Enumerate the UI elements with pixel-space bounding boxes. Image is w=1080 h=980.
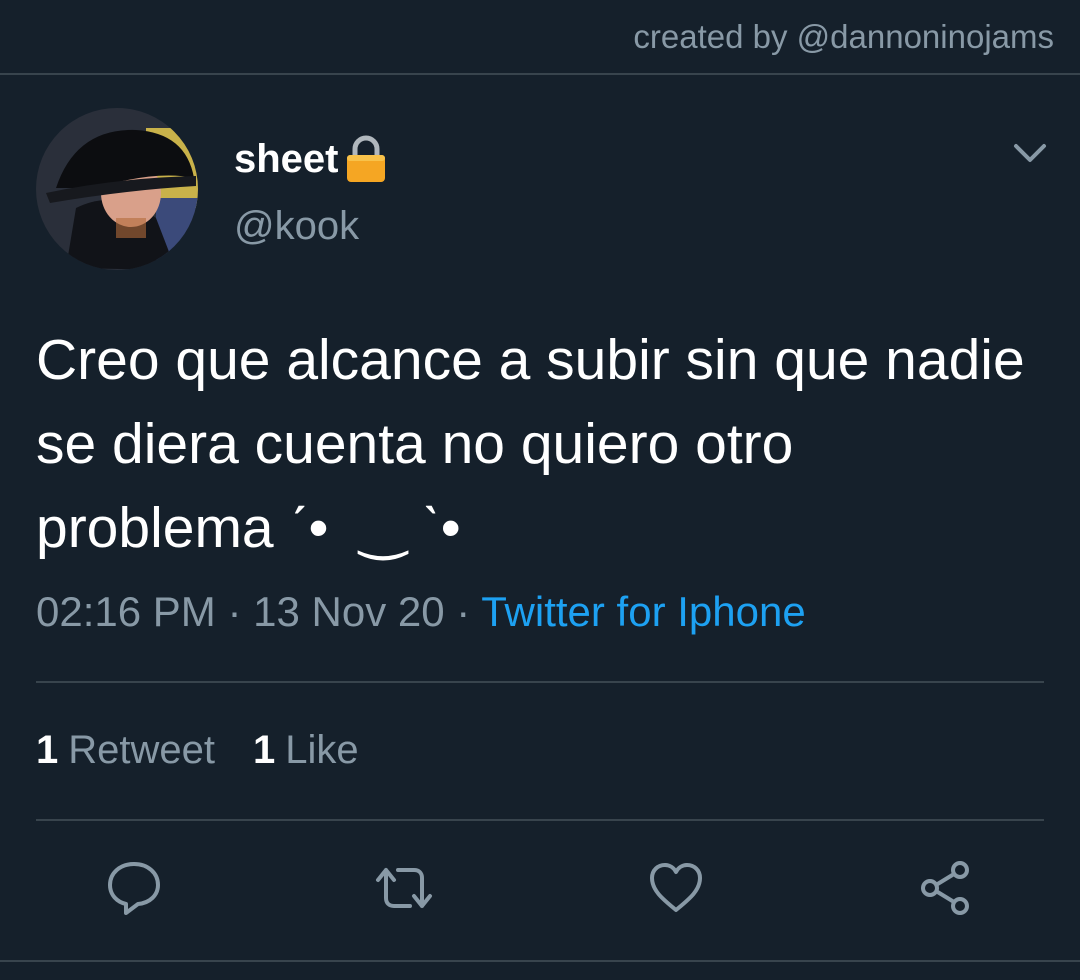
like-stat[interactable]: 1 Like <box>253 728 359 773</box>
tweet-stats: 1 Retweet 1 Like <box>36 728 359 773</box>
retweet-button[interactable] <box>374 858 434 918</box>
tweet-meta: 02:16 PM · 13 Nov 20 · Twitter for Iphon… <box>36 588 806 636</box>
reply-icon <box>108 862 160 915</box>
divider <box>36 819 1044 821</box>
retweet-count: 1 <box>36 728 59 772</box>
bottom-divider <box>0 960 1080 962</box>
tweet-text: Creo que alcance a subir sin que nadie s… <box>36 328 1041 560</box>
divider <box>36 681 1044 683</box>
user-handle[interactable]: @kook <box>234 204 359 249</box>
tweet-time: 02:16 PM <box>36 588 216 635</box>
avatar[interactable] <box>36 108 198 270</box>
avatar-photo <box>36 108 198 270</box>
lock-icon <box>343 134 389 184</box>
chevron-down-icon[interactable] <box>1010 138 1050 168</box>
retweet-label: Retweet <box>68 728 215 772</box>
header-divider <box>0 73 1080 75</box>
tweet-date: 13 Nov 20 <box>253 588 445 635</box>
creator-credit: created by @dannoninojams <box>633 18 1054 55</box>
retweet-icon <box>376 868 432 908</box>
like-count: 1 <box>253 728 276 772</box>
heart-icon <box>650 863 702 912</box>
like-button[interactable] <box>646 858 706 918</box>
display-name-text: sheet <box>234 136 339 181</box>
share-button[interactable] <box>916 858 976 918</box>
meta-separator: · <box>456 588 471 635</box>
reply-button[interactable] <box>104 858 164 918</box>
retweet-stat[interactable]: 1 Retweet <box>36 728 215 773</box>
meta-separator: · <box>227 588 242 635</box>
share-icon <box>921 861 969 915</box>
tweet-source-link[interactable]: Twitter for Iphone <box>481 588 806 635</box>
display-name[interactable]: sheet <box>234 134 389 184</box>
like-label: Like <box>285 728 359 772</box>
